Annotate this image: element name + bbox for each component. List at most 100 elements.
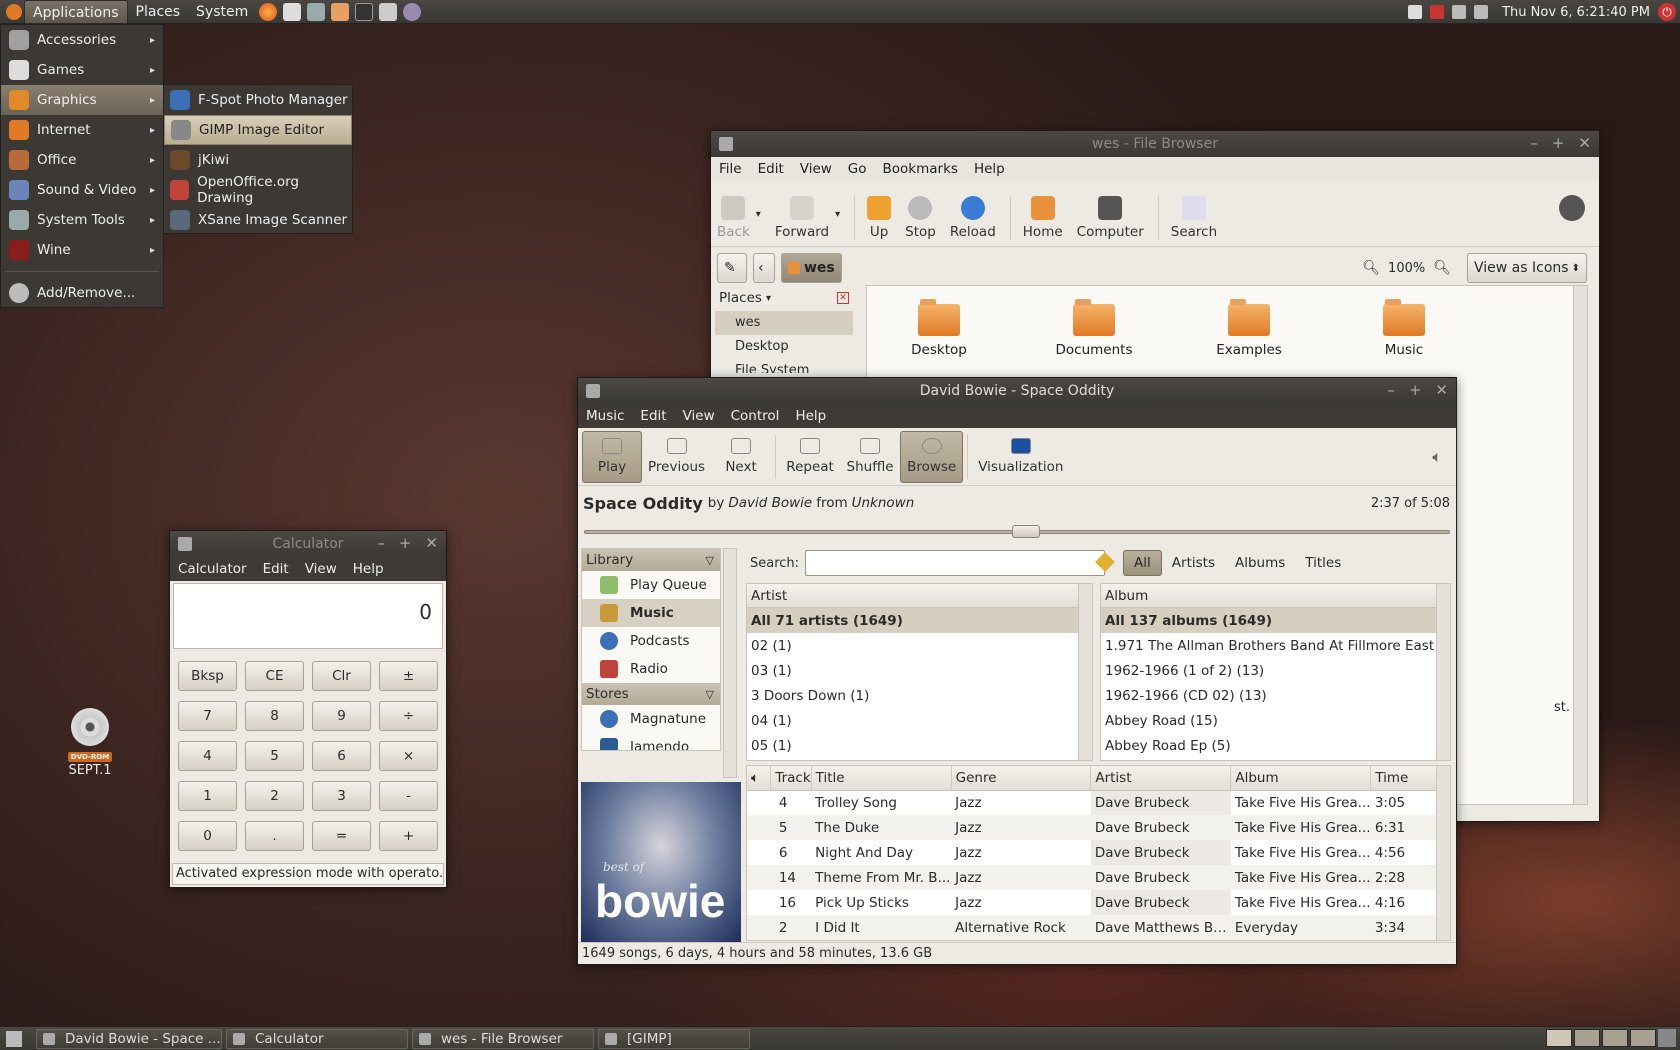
task-rhythmbox[interactable]: David Bowie - Space ... [36, 1028, 222, 1049]
menu-help[interactable]: Help [345, 561, 392, 577]
minimize-button[interactable]: – [1530, 134, 1538, 152]
computer-button[interactable]: Computer [1077, 196, 1144, 240]
artist-column-header[interactable]: Artist [747, 584, 1092, 608]
maximize-button[interactable]: + [1409, 381, 1422, 399]
up-button[interactable]: Up [867, 196, 892, 240]
album-scrollbar[interactable] [1436, 584, 1450, 760]
graphics-item-gimp-image-editor[interactable]: GIMP Image Editor [164, 115, 352, 145]
task-file-browser[interactable]: wes - File Browser [412, 1028, 594, 1049]
zoom-in-icon[interactable]: 🔍︎ [1433, 260, 1451, 276]
task-calculator[interactable]: Calculator [226, 1028, 408, 1049]
places-header[interactable]: Places ▾ ✕ [715, 285, 853, 311]
menu-edit[interactable]: Edit [750, 161, 792, 177]
source-magnatune[interactable]: Magnatune [582, 705, 720, 733]
file-view-scrollbar[interactable] [1573, 286, 1587, 804]
source-radio[interactable]: Radio [582, 655, 720, 683]
folder-documents[interactable]: Documents [1044, 299, 1144, 358]
workspace-1[interactable] [1546, 1029, 1572, 1047]
menu-calculator[interactable]: Calculator [170, 561, 255, 577]
path-wes-button[interactable]: wes [781, 253, 842, 283]
menu-music[interactable]: Music [578, 408, 632, 424]
menu-control[interactable]: Control [723, 408, 788, 424]
seek-knob[interactable] [1012, 525, 1041, 538]
now-playing-column-header[interactable]: 🔈︎ [747, 766, 772, 791]
battery-icon[interactable] [1452, 5, 1467, 19]
place-wes[interactable]: wes [715, 311, 853, 335]
graphics-item-jkiwi[interactable]: jKiwi [164, 145, 352, 175]
calc-key-9[interactable]: 5 [245, 741, 304, 771]
album-row[interactable]: All 137 albums (1649) [1101, 608, 1450, 633]
forward-history-dropdown[interactable]: ▾ [835, 209, 840, 220]
calc-key-8[interactable]: 4 [178, 741, 237, 771]
menu-view[interactable]: View [297, 561, 345, 577]
back-history-dropdown[interactable]: ▾ [756, 209, 761, 220]
search-button[interactable]: Search [1171, 196, 1217, 240]
view-mode-select[interactable]: View as Icons ⬍ [1467, 253, 1587, 283]
source-play-queue[interactable]: Play Queue [582, 571, 720, 599]
artist-scrollbar[interactable] [1078, 584, 1092, 760]
stores-header[interactable]: Stores [582, 683, 720, 705]
graphics-item-f-spot-photo-manager[interactable]: F-Spot Photo Manager [164, 85, 352, 115]
folder-examples[interactable]: Examples [1199, 299, 1299, 358]
network-icon[interactable] [1408, 5, 1423, 19]
back-button[interactable]: Back [717, 196, 750, 240]
calc-key-18[interactable]: = [312, 821, 371, 851]
source-podcasts[interactable]: Podcasts [582, 627, 720, 655]
clock[interactable]: Thu Nov 6, 6:21:40 PM [1502, 5, 1650, 20]
maximize-button[interactable]: + [399, 534, 412, 552]
filter-artists[interactable]: Artists [1162, 551, 1225, 575]
shuffle-button[interactable]: Shuffle [840, 431, 900, 483]
menu-view[interactable]: View [792, 161, 840, 177]
system-menu[interactable]: System [188, 0, 256, 24]
menu-edit[interactable]: Edit [255, 561, 297, 577]
calculator-titlebar[interactable]: Calculator – + ✕ [170, 531, 446, 557]
repeat-button[interactable]: Repeat [780, 431, 840, 483]
menu-help[interactable]: Help [787, 408, 834, 424]
source-jamendo[interactable]: Jamendo [582, 733, 720, 750]
folder-music[interactable]: Music [1354, 299, 1454, 358]
volume-icon[interactable]: 🔈︎ [1432, 447, 1442, 467]
calc-key-17[interactable]: . [245, 821, 304, 851]
apps-item-games[interactable]: Games ▸ [1, 55, 163, 85]
artist-row[interactable]: 02 (1) [747, 633, 1092, 658]
apps-item-accessories[interactable]: Accessories ▸ [1, 25, 163, 55]
calc-key-1[interactable]: CE [245, 661, 304, 691]
graphics-item-openoffice-org-drawing[interactable]: OpenOffice.org Drawing [164, 174, 352, 206]
next-button[interactable]: Next [711, 431, 771, 483]
track-row[interactable]: 4 Trolley Song Jazz Dave Brubeck Take Five H… [747, 790, 1437, 815]
reload-button[interactable]: Reload [950, 196, 996, 240]
file-browser-titlebar[interactable]: wes - File Browser – + ✕ [711, 131, 1599, 157]
mail-launcher-icon[interactable] [283, 2, 302, 21]
artist-column-header[interactable]: Artist [1090, 766, 1232, 791]
calc-key-10[interactable]: 6 [312, 741, 371, 771]
menu-help[interactable]: Help [966, 161, 1013, 177]
search-input[interactable] [805, 550, 1106, 576]
close-button[interactable]: ✕ [1435, 381, 1448, 399]
workspace-2[interactable] [1574, 1029, 1600, 1047]
play-button[interactable]: Play [582, 430, 642, 483]
album-row[interactable]: 1.971 The Allman Brothers Band At Fillmo… [1101, 633, 1450, 658]
calc-key-4[interactable]: 7 [178, 701, 237, 731]
zoom-level[interactable]: 100% [1388, 261, 1425, 276]
show-desktop-icon[interactable] [6, 1030, 22, 1047]
power-icon[interactable]: ⏻ [1658, 3, 1676, 21]
trash-icon[interactable] [1658, 1029, 1676, 1047]
artist-row[interactable]: 04 (1) [747, 708, 1092, 733]
places-menu[interactable]: Places [128, 0, 189, 24]
home-folder-launcher-icon[interactable] [331, 2, 350, 21]
calc-key-7[interactable]: ÷ [379, 701, 438, 731]
track-row[interactable]: 14 Theme From Mr. B... Jazz Dave Brubeck Tak… [747, 865, 1437, 890]
apps-item-sound-video[interactable]: Sound & Video ▸ [1, 175, 163, 205]
filter-albums[interactable]: Albums [1225, 551, 1295, 575]
firefox-launcher-icon[interactable] [259, 2, 278, 21]
album-column-header[interactable]: Album [1230, 766, 1372, 791]
album-row[interactable]: Abbey Road (15) [1101, 708, 1450, 733]
minimize-button[interactable]: – [377, 534, 385, 552]
place-file-system[interactable]: File System [715, 359, 853, 373]
calc-key-13[interactable]: 2 [245, 781, 304, 811]
artist-row[interactable]: 3 Doors Down (1) [747, 683, 1092, 708]
previous-button[interactable]: Previous [642, 431, 711, 483]
toggle-location-entry-button[interactable]: ✎ [717, 253, 747, 283]
seek-bar[interactable] [578, 520, 1456, 540]
menu-view[interactable]: View [675, 408, 723, 424]
